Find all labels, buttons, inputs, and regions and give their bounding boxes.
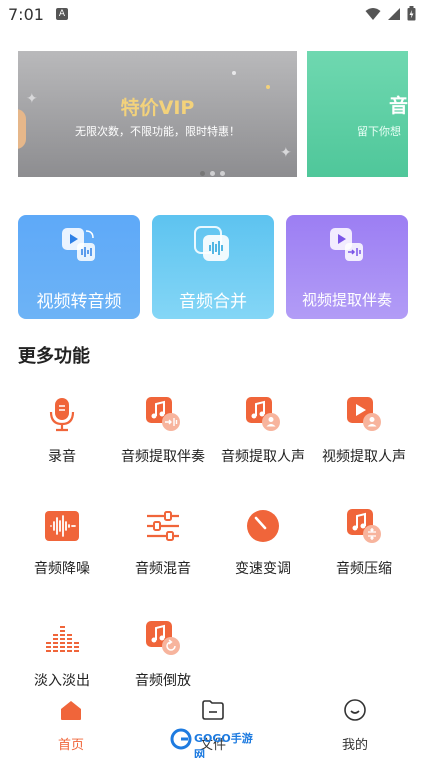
compress-icon (347, 509, 381, 543)
tool-record[interactable]: 录音 (12, 396, 112, 486)
video-convert-icon (62, 228, 95, 261)
carousel-dot (210, 171, 215, 176)
battery-icon (407, 6, 416, 21)
tool-label: 音频压缩 (336, 561, 392, 577)
tool-audio-compress[interactable]: 音频压缩 (314, 508, 414, 598)
mixer-sliders-icon (147, 511, 179, 541)
reverse-play-icon (146, 621, 180, 655)
status-time: 7:01 (8, 5, 44, 24)
banner-dot-decor (266, 85, 270, 89)
watermark-logo: GOGO手游网 (170, 728, 256, 758)
folder-icon (202, 700, 224, 720)
tab-home[interactable]: 首页 (31, 698, 111, 758)
carousel-indicator (200, 171, 225, 176)
microphone-icon (49, 398, 75, 432)
banner-dot-decor (232, 71, 236, 75)
status-icons (365, 6, 416, 21)
tool-label: 淡入淡出 (34, 673, 90, 689)
tool-label: 录音 (48, 449, 76, 465)
banner-subtitle: 无限次数，不限功能，限时特惠！ (75, 125, 240, 138)
noise-reduction-icon (45, 511, 79, 541)
tab-mine-label: 我的 (341, 738, 368, 753)
smiley-icon (344, 699, 366, 721)
vip-banner[interactable]: ✦ ✦ 特价VIP 无限次数，不限功能，限时特惠！ (18, 51, 297, 177)
video-extract-accompaniment-card[interactable]: 视频提取伴奏 (286, 215, 408, 319)
video-extract-vocal-icon (347, 397, 381, 431)
tool-label: 音频提取伴奏 (121, 449, 205, 465)
video-extract-icon (330, 228, 363, 261)
tool-noise-reduction[interactable]: 音频降噪 (12, 508, 112, 598)
tool-audio-extract-vocal[interactable]: 音频提取人声 (213, 396, 313, 486)
carousel-dot (200, 171, 205, 176)
tool-label: 音频倒放 (135, 673, 191, 689)
more-functions-title: 更多功能 (18, 346, 90, 367)
carousel-dot (220, 171, 225, 176)
tool-label: 变速变调 (235, 561, 291, 577)
sparkle-icon: ✦ (280, 145, 292, 161)
speed-dial-icon (247, 510, 279, 542)
tool-label: 音频降噪 (34, 561, 90, 577)
video-to-audio-card[interactable]: 视频转音频 (18, 215, 140, 319)
notification-icon: A (56, 8, 68, 20)
music-extract-vocal-icon (246, 397, 280, 431)
video-extract-accompaniment-label: 视频提取伴奏 (301, 291, 392, 309)
watermark-g-icon (170, 728, 192, 750)
banner-title: 特价VIP (120, 97, 195, 119)
tab-home-label: 首页 (57, 738, 84, 753)
wifi-icon (365, 7, 381, 20)
tool-audio-mix[interactable]: 音频混音 (113, 508, 213, 598)
fade-bars-icon (46, 626, 79, 652)
tool-label: 视频提取人声 (322, 449, 406, 465)
watermark-text: GOGO手游网 (194, 732, 253, 758)
second-banner-subtitle: 留下你想 (357, 125, 401, 138)
status-bar: 7:01 A (0, 0, 426, 30)
signal-icon (388, 7, 400, 20)
tool-label: 音频混音 (135, 561, 191, 577)
second-banner-title: 音 (389, 95, 408, 117)
audio-merge-card[interactable]: 音频合并 (152, 215, 274, 319)
tab-mine[interactable]: 我的 (315, 698, 395, 758)
home-icon (61, 701, 81, 720)
tool-speed-pitch[interactable]: 变速变调 (213, 508, 313, 598)
music-extract-accompaniment-icon (146, 397, 180, 431)
second-banner[interactable]: 音 留下你想 (307, 51, 408, 177)
tool-audio-extract-accompaniment[interactable]: 音频提取伴奏 (113, 396, 213, 486)
tool-label: 音频提取人声 (221, 449, 305, 465)
video-to-audio-label: 视频转音频 (36, 292, 122, 312)
audio-merge-label: 音频合并 (179, 292, 247, 312)
tool-video-extract-vocal[interactable]: 视频提取人声 (314, 396, 414, 486)
audio-merge-icon (194, 226, 229, 261)
banner-carousel[interactable]: ✦ ✦ 特价VIP 无限次数，不限功能，限时特惠！ 音 留下你想 (18, 51, 408, 177)
